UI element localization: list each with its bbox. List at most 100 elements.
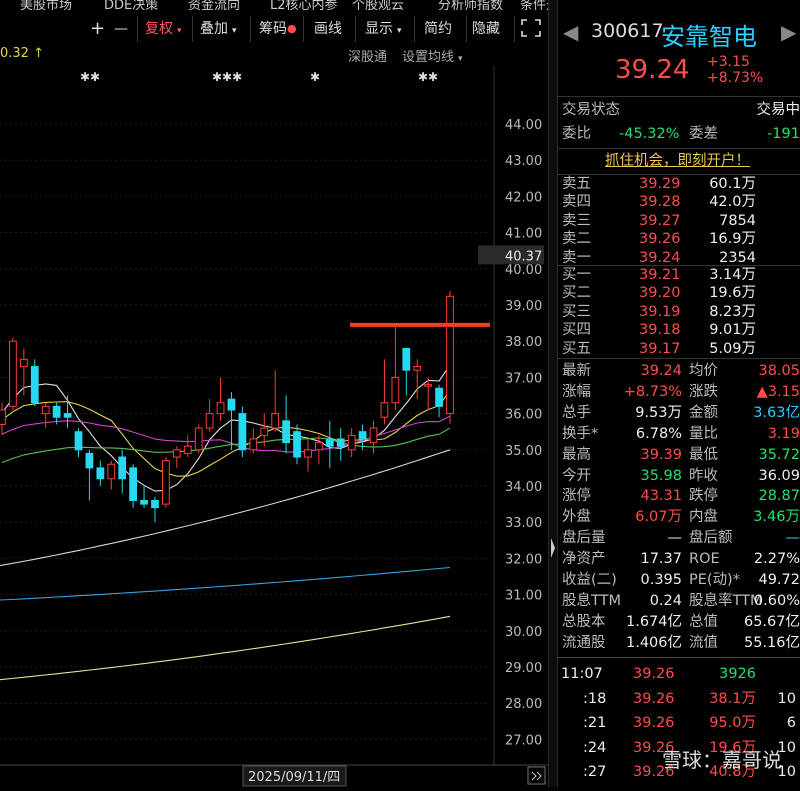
- candle-down[interactable]: [31, 367, 38, 403]
- candle-up[interactable]: [425, 385, 432, 387]
- candle-up[interactable]: [173, 450, 180, 457]
- zoom-out-button[interactable]: —: [114, 18, 128, 40]
- stat-value: 38.05: [758, 361, 800, 382]
- fullscreen-icon[interactable]: [520, 18, 542, 40]
- candle-up[interactable]: [261, 428, 268, 435]
- candle-down[interactable]: [141, 500, 148, 504]
- candle-down[interactable]: [294, 432, 301, 457]
- bid-price[interactable]: 39.18: [639, 321, 681, 339]
- open-account-promo[interactable]: 抓住机会，即刻开户！: [557, 151, 800, 172]
- candle-down[interactable]: [64, 414, 71, 418]
- candle-down[interactable]: [86, 453, 93, 467]
- next-stock-icon[interactable]: ▶: [781, 20, 796, 44]
- nav-item[interactable]: 资金流向: [188, 0, 240, 10]
- candle-up[interactable]: [206, 414, 213, 428]
- shenggutong-link[interactable]: 深股通: [348, 46, 387, 65]
- candle-down[interactable]: [97, 468, 104, 479]
- stat-row: 今开35.98昨收36.09: [557, 466, 800, 487]
- chouma-button[interactable]: 筹码●: [259, 18, 297, 40]
- diejia-button[interactable]: 叠加▾: [200, 18, 237, 40]
- candle-down[interactable]: [75, 432, 82, 450]
- tick-time: :27: [583, 762, 606, 783]
- price-tick-label: 39.00: [505, 299, 542, 314]
- kline-svg[interactable]: 44.0043.0042.0041.0040.0039.0038.0037.00…: [0, 66, 548, 766]
- candle-up[interactable]: [250, 439, 257, 450]
- ask-price[interactable]: 39.24: [639, 249, 681, 267]
- stat-value: 0.24: [650, 591, 682, 612]
- candle-up[interactable]: [20, 359, 27, 366]
- ask-price[interactable]: 39.29: [639, 175, 681, 193]
- candle-down[interactable]: [326, 439, 333, 446]
- bid-price[interactable]: 39.20: [639, 284, 681, 302]
- prev-stock-icon[interactable]: ◀: [563, 20, 578, 44]
- fuquan-button[interactable]: 复权▾: [145, 18, 182, 40]
- bid-price[interactable]: 39.17: [639, 340, 681, 358]
- candle-down[interactable]: [436, 388, 443, 406]
- candle-up[interactable]: [108, 464, 115, 478]
- candle-down[interactable]: [403, 348, 410, 370]
- huaxian-button[interactable]: 画线: [314, 18, 342, 40]
- nav-item[interactable]: 美股市场: [20, 0, 72, 10]
- candle-up[interactable]: [370, 428, 377, 442]
- event-marker[interactable]: ✱: [310, 70, 320, 84]
- candle-down[interactable]: [239, 414, 246, 450]
- candle-down[interactable]: [228, 399, 235, 410]
- event-marker[interactable]: ✱✱✱: [212, 70, 242, 84]
- candle-down[interactable]: [283, 421, 290, 443]
- bid-price[interactable]: 39.19: [639, 303, 681, 321]
- candle-up[interactable]: [447, 296, 454, 413]
- nav-item[interactable]: L2核心内参: [270, 0, 338, 10]
- ask-price[interactable]: 39.28: [639, 193, 681, 211]
- event-marker[interactable]: ✱✱: [418, 70, 438, 84]
- stat-value: ▲3.15: [757, 382, 800, 403]
- bid-volume: 8.23万: [709, 303, 756, 321]
- last-price: 39.24: [615, 55, 689, 85]
- stat-value: 0.395: [640, 570, 682, 591]
- candle-up[interactable]: [0, 410, 5, 424]
- candle-up[interactable]: [217, 403, 224, 414]
- bid-label: 买二: [562, 284, 591, 302]
- tick-row: 11:0739.263926: [557, 664, 800, 685]
- stat-value: 3.46万: [753, 507, 800, 528]
- zoom-in-button[interactable]: +: [90, 18, 105, 40]
- candle-up[interactable]: [10, 341, 17, 406]
- bid-label: 买一: [562, 266, 591, 284]
- ask-price[interactable]: 39.27: [639, 212, 681, 230]
- candle-down[interactable]: [337, 439, 344, 446]
- yincang-button[interactable]: 隐藏: [472, 18, 500, 40]
- bid-row: 买四39.189.01万: [557, 321, 800, 339]
- candle-up[interactable]: [315, 443, 322, 450]
- nav-item[interactable]: 分析师指数: [438, 0, 503, 10]
- candle-up[interactable]: [272, 414, 279, 428]
- jianyue-button[interactable]: 简约: [424, 18, 452, 40]
- candle-up[interactable]: [42, 406, 49, 413]
- stat-value: 3.19: [768, 424, 800, 445]
- candle-up[interactable]: [184, 446, 191, 453]
- ma-settings-link[interactable]: 设置均线▾: [402, 46, 463, 65]
- promo-text[interactable]: 抓住机会，即刻开户！: [605, 151, 750, 172]
- candle-up[interactable]: [392, 377, 399, 402]
- candle-up[interactable]: [305, 450, 312, 457]
- nav-item[interactable]: DDE决策: [104, 0, 158, 10]
- candle-down[interactable]: [53, 406, 60, 417]
- candle-up[interactable]: [348, 435, 355, 449]
- candle-up[interactable]: [163, 461, 170, 504]
- bid-row: 买二39.2019.6万: [557, 284, 800, 302]
- bid-price[interactable]: 39.21: [639, 266, 681, 284]
- candle-down[interactable]: [119, 457, 126, 479]
- candle-up[interactable]: [381, 403, 388, 417]
- price-tick-label: 34.00: [505, 480, 542, 495]
- xianshi-button[interactable]: 显示▾: [365, 18, 402, 40]
- ask-price[interactable]: 39.26: [639, 230, 681, 248]
- candle-down[interactable]: [130, 468, 137, 501]
- stat-label: 收益(二): [562, 570, 617, 591]
- candle-up[interactable]: [414, 367, 421, 371]
- candle-down[interactable]: [359, 432, 366, 439]
- stock-name: 安靠智电: [661, 17, 757, 52]
- event-marker[interactable]: ✱✱: [80, 70, 100, 84]
- candle-down[interactable]: [152, 500, 159, 507]
- nav-item[interactable]: 个股观云: [352, 0, 404, 10]
- candle-up[interactable]: [195, 428, 202, 450]
- kline-chart[interactable]: 44.0043.0042.0041.0040.0039.0038.0037.00…: [0, 66, 548, 766]
- ask-row: 卖三39.277854: [557, 212, 800, 230]
